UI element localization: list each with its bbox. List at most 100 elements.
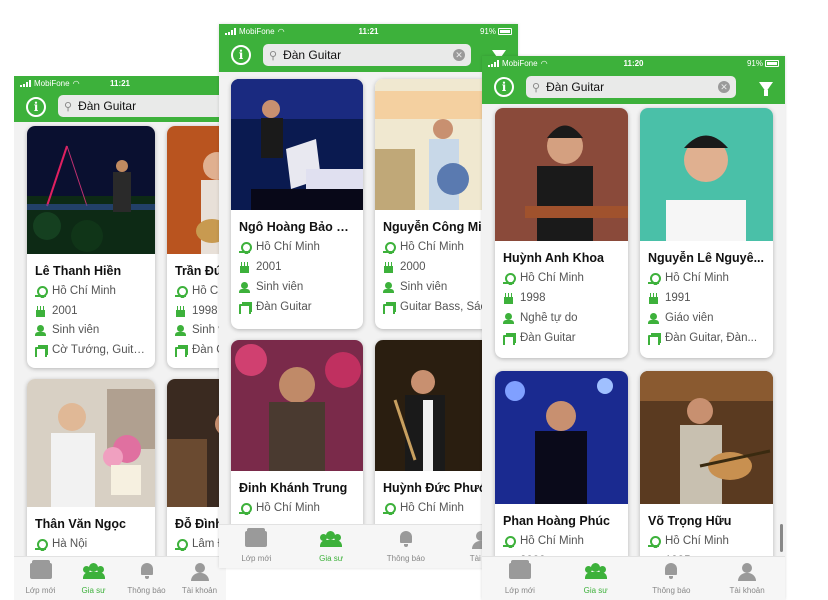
filter-icon[interactable] xyxy=(759,82,773,96)
tutor-location: Hồ Chí Minh xyxy=(520,272,584,284)
tutors-icon xyxy=(82,563,106,579)
app-header: MobiFone ◠ 11:20 91% i ⚲ Đàn Guitar ✕ xyxy=(482,56,785,104)
location-icon xyxy=(648,273,659,284)
birth-year-icon xyxy=(175,305,186,317)
birth-year-icon xyxy=(239,261,250,273)
tutor-name: Huỳnh Anh Khoa xyxy=(503,251,604,265)
tab-lop-moi[interactable]: Lớp mới xyxy=(482,557,558,600)
search-icon: ⚲ xyxy=(532,81,541,94)
tutors-icon xyxy=(319,531,343,547)
tab-label: Lớp mới xyxy=(504,586,535,595)
tutor-occupation: Sinh viên xyxy=(52,324,100,336)
info-icon[interactable]: i xyxy=(26,97,46,117)
bell-icon xyxy=(399,531,413,547)
search-value: Đàn Guitar xyxy=(283,48,342,62)
location-icon xyxy=(503,536,514,547)
tab-gia-su[interactable]: Gia sư xyxy=(558,557,634,600)
tab-label: Tài khoản xyxy=(729,586,765,595)
search-input[interactable]: ⚲ Đàn Guitar ✕ xyxy=(526,76,736,98)
tutor-card[interactable]: Trần Đứ Hồ Ch 1998 Sinh v Đàn G xyxy=(167,126,226,368)
location-icon xyxy=(35,286,46,297)
status-bar: MobiFone ◠ 11:21 91% xyxy=(219,24,518,40)
tutor-location: Hồ Chí Minh xyxy=(400,502,464,514)
tutor-card[interactable]: Lê Thanh Hiền Hồ Chí Minh 2001 Sinh viên… xyxy=(27,126,155,368)
tutor-photo xyxy=(167,126,226,254)
tab-tai-khoan[interactable]: Tài khoản xyxy=(709,557,785,600)
tutor-name: Ngô Hoàng Bảo kh... xyxy=(239,220,355,234)
battery-icon xyxy=(765,60,779,67)
tab-thong-bao[interactable]: Thông báo xyxy=(120,557,173,600)
tutor-occupation: Giáo viên xyxy=(665,312,714,324)
tutor-subjects: Cờ Tướng, Guitar... xyxy=(52,344,149,356)
location-icon xyxy=(175,539,186,550)
location-icon xyxy=(383,242,394,253)
location-icon xyxy=(239,503,250,514)
tutor-photo xyxy=(640,371,773,504)
tab-lop-moi[interactable]: Lớp mới xyxy=(219,525,294,568)
tutors-icon xyxy=(584,563,608,579)
tutor-card[interactable]: Nguyễn Lê Nguyê... Hồ Chí Minh 1991 Giáo… xyxy=(640,108,773,358)
info-icon[interactable]: i xyxy=(231,45,251,65)
app-header: MobiFone ◠ 11:21 91% i ⚲ Đàn Guitar ✕ xyxy=(219,24,518,72)
location-icon xyxy=(239,242,250,253)
status-bar: MobiFone ◠ 11:21 xyxy=(14,76,226,92)
occupation-icon xyxy=(648,312,659,324)
tab-lop-moi[interactable]: Lớp mới xyxy=(14,557,67,600)
tutor-location: Hồ Chí Minh xyxy=(256,502,320,514)
tutor-birth-year: 1991 xyxy=(665,292,691,304)
location-icon xyxy=(35,539,46,550)
tutor-location: Hồ Chí Minh xyxy=(520,535,584,547)
scrollbar[interactable] xyxy=(780,524,783,552)
tutor-name: Thân Văn Ngọc xyxy=(35,517,126,531)
search-value: Đàn Guitar xyxy=(78,99,137,113)
info-icon[interactable]: i xyxy=(494,77,514,97)
status-time: 11:20 xyxy=(623,59,644,68)
tutor-subjects: Đàn Guitar xyxy=(520,332,576,344)
subjects-icon xyxy=(383,301,396,314)
search-input[interactable]: ⚲ Đàn Guitar xyxy=(58,95,226,117)
bottom-tab-bar: Lớp mới Gia sư Thông báo Tài khoản xyxy=(482,556,785,600)
tutor-location: Hồ Chí Minh xyxy=(400,241,464,253)
user-icon xyxy=(190,563,209,581)
tutor-photo xyxy=(27,379,155,507)
tutor-name: Võ Trọng Hữu xyxy=(648,514,732,528)
tab-gia-su[interactable]: Gia sư xyxy=(67,557,120,600)
search-value: Đàn Guitar xyxy=(546,80,605,94)
tutor-subjects: Đàn Guitar, Đàn... xyxy=(665,332,758,344)
class-icon xyxy=(508,560,531,579)
tab-label: Gia sư xyxy=(81,586,106,595)
clear-icon[interactable]: ✕ xyxy=(718,81,730,93)
tutor-name: Nguyễn Lê Nguyê... xyxy=(648,251,764,265)
subjects-icon xyxy=(175,344,188,357)
tab-thong-bao[interactable]: Thông báo xyxy=(369,525,444,568)
tutor-photo xyxy=(495,371,628,504)
birth-year-icon xyxy=(383,261,394,273)
tutor-card[interactable]: Huỳnh Anh Khoa Hồ Chí Minh 1998 Nghề tự … xyxy=(495,108,628,358)
tab-label: Tài khoản xyxy=(181,586,218,595)
tab-label: Gia sư xyxy=(583,586,608,595)
tutor-subjects: Guitar Bass, Sáo xyxy=(400,301,487,313)
status-bar: MobiFone ◠ 11:20 91% xyxy=(482,56,785,72)
clear-icon[interactable]: ✕ xyxy=(453,49,465,61)
occupation-icon xyxy=(175,324,186,336)
tutor-location: Hồ Chí Minh xyxy=(665,272,729,284)
tab-label: Thông báo xyxy=(127,586,166,595)
tab-thong-bao[interactable]: Thông báo xyxy=(634,557,710,600)
tutor-subjects: Đàn Guitar xyxy=(256,301,312,313)
tab-label: Gia sư xyxy=(319,554,344,563)
location-icon xyxy=(503,273,514,284)
subjects-icon xyxy=(239,301,252,314)
tutor-birth-year: 2001 xyxy=(52,305,78,317)
tutor-photo xyxy=(27,126,155,254)
tab-gia-su[interactable]: Gia sư xyxy=(294,525,369,568)
subjects-icon xyxy=(648,332,661,345)
search-input[interactable]: ⚲ Đàn Guitar ✕ xyxy=(263,44,471,66)
birth-year-icon xyxy=(648,292,659,304)
tutor-location: Hồ Chí Minh xyxy=(256,241,320,253)
tutor-name: Phan Hoàng Phúc xyxy=(503,514,610,528)
tutor-name: Lê Thanh Hiền xyxy=(35,264,122,278)
tutor-card[interactable]: Ngô Hoàng Bảo kh... Hồ Chí Minh 2001 Sin… xyxy=(231,79,363,329)
location-icon xyxy=(383,503,394,514)
bell-icon xyxy=(664,563,678,579)
tutor-photo xyxy=(167,379,226,507)
